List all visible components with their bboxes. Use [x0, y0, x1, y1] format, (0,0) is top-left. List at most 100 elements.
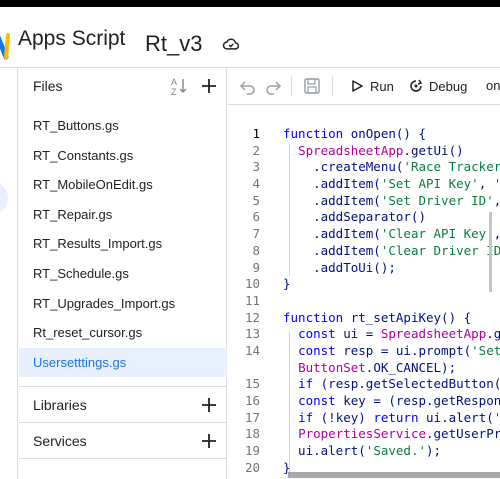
file-item[interactable]: Rt_reset_cursor.gs	[19, 318, 227, 348]
code-line[interactable]: 15 if (resp.getSelectedButton()	[228, 376, 500, 393]
nav-editor-active-indicator[interactable]	[0, 181, 8, 215]
code-line[interactable]: 9 .addToUi();	[228, 260, 500, 277]
file-item[interactable]: RT_Schedule.gs	[19, 259, 227, 289]
code-line[interactable]: 13 const ui = SpreadsheetApp.ge	[228, 326, 500, 343]
code-token: onOpen() {	[350, 126, 426, 141]
horizontal-scrollbar[interactable]	[288, 472, 500, 478]
code-token: .addItem(	[283, 242, 381, 258]
add-service-icon[interactable]	[200, 432, 218, 450]
project-name[interactable]: Rt_v3	[145, 31, 202, 57]
app-name: Apps Script	[18, 27, 126, 50]
code-token: ui.alert(	[283, 443, 366, 459]
code-token: ButtonSet	[298, 359, 366, 375]
code-line[interactable]: 17 if (!key) return ui.alert('N	[228, 410, 500, 427]
code-line[interactable]: 7 .addItem('Clear API Key',	[228, 226, 500, 243]
code-token: 'Race Tracker'	[403, 159, 500, 175]
file-item[interactable]: Usersetttings.gs	[19, 347, 227, 378]
top-black-bar	[0, 0, 500, 7]
code-text: .addItem('Set API Key', 'r	[283, 176, 500, 193]
code-text: if (resp.getSelectedButton()	[283, 376, 500, 393]
code-token: 'Set Driver ID'	[380, 192, 494, 208]
run-button[interactable]: Run	[350, 74, 394, 98]
code-line[interactable]: 10}	[228, 276, 500, 293]
cloud-sync-icon[interactable]	[222, 35, 240, 53]
line-number: 9	[252, 259, 260, 275]
code-token: PropertiesService	[298, 426, 426, 442]
code-line[interactable]: 12 function rt_setApiKey() {	[228, 310, 500, 327]
code-line[interactable]: 16 const key = (resp.getRespons	[228, 393, 500, 410]
editor-scrollbar[interactable]	[489, 212, 492, 292]
code-editor[interactable]: 1 function onOpen() {2 SpreadsheetApp.get…	[228, 105, 500, 479]
libraries-section[interactable]: Libraries	[19, 386, 227, 422]
code-token: 'r	[494, 176, 500, 191]
code-token: .addItem(	[283, 192, 381, 208]
code-line[interactable]: 18 PropertiesService.getUserPro	[228, 426, 500, 443]
line-number: 14	[244, 342, 260, 358]
code-token: ,	[478, 176, 494, 192]
file-item[interactable]: RT_Repair.gs	[19, 200, 227, 230]
line-number: 2	[252, 142, 260, 158]
code-token: 'Clear API Key'	[380, 226, 494, 242]
function-selector[interactable]: on	[486, 78, 500, 93]
line-number: 17	[244, 409, 260, 425]
sort-az-icon[interactable]: A Z	[170, 76, 190, 96]
code-line[interactable]: 11	[228, 293, 500, 310]
apps-script-logo[interactable]	[0, 33, 12, 61]
redo-icon[interactable]	[264, 77, 282, 95]
code-token: ui =	[343, 326, 381, 342]
debug-button[interactable]: Debug	[408, 74, 467, 98]
services-section[interactable]: Services	[19, 422, 227, 458]
code-line[interactable]: 3 .createMenu('Race Tracker'	[228, 159, 500, 176]
code-token: if	[298, 376, 321, 392]
add-file-icon[interactable]	[200, 77, 218, 95]
code-token: .getUserPro	[426, 426, 500, 442]
file-item[interactable]: RT_Results_Import.gs	[19, 229, 227, 259]
debug-icon	[410, 79, 423, 92]
code-token: function	[283, 309, 351, 325]
code-token: .addToUi();	[283, 259, 396, 275]
files-panel-title: Files	[33, 78, 63, 94]
code-text: .addItem('Clear API Key',	[283, 226, 500, 243]
file-item[interactable]: RT_MobileOnEdit.gs	[19, 170, 227, 200]
code-token: 'Saved.'	[365, 443, 427, 459]
undo-icon[interactable]	[239, 77, 257, 95]
code-line[interactable]: 19 ui.alert('Saved.');	[228, 443, 500, 460]
code-line[interactable]: 5 .addItem('Set Driver ID',	[228, 193, 500, 210]
code-text: PropertiesService.getUserPro	[283, 426, 500, 443]
code-text: .addItem('Clear Driver ID'	[283, 243, 500, 260]
code-token: .addItem(	[283, 226, 381, 242]
file-item[interactable]: RT_Constants.gs	[19, 141, 227, 171]
code-token: .addItem(	[283, 176, 381, 192]
code-token: SpreadsheetApp	[380, 326, 487, 342]
file-item[interactable]: RT_Buttons.gs	[19, 111, 227, 141]
line-number: 4	[252, 176, 260, 192]
file-list: RT_Buttons.gs RT_Constants.gs RT_MobileOnE…	[19, 111, 227, 378]
code-text: function onOpen() {	[283, 126, 426, 143]
line-number: 13	[244, 326, 260, 342]
code-token: SpreadsheetApp	[298, 142, 404, 158]
code-token: (!key)	[320, 409, 374, 425]
line-number: 12	[244, 309, 260, 325]
code-text: if (!key) return ui.alert('N	[283, 410, 500, 427]
code-line[interactable]: ButtonSet.OK_CANCEL);	[228, 360, 500, 377]
add-library-icon[interactable]	[200, 396, 218, 414]
code-token: const	[298, 326, 344, 342]
code-token: (resp.getSelectedButton()	[320, 376, 500, 392]
code-line[interactable]: 6 .addSeparator()	[228, 209, 500, 226]
line-number: 7	[252, 226, 260, 242]
code-line[interactable]: 8 .addItem('Clear Driver ID'	[228, 243, 500, 260]
code-line[interactable]: 1 function onOpen() {	[228, 126, 500, 143]
run-label: Run	[370, 78, 394, 94]
code-line[interactable]: 2 SpreadsheetApp.getUi()	[228, 143, 500, 160]
file-item[interactable]: RT_Upgrades_Import.gs	[19, 289, 227, 319]
code-line[interactable]: 14 const resp = ui.prompt('Set	[228, 343, 500, 360]
save-icon[interactable]	[303, 77, 321, 95]
line-number: 15	[244, 376, 260, 392]
code-line[interactable]: 4 .addItem('Set API Key', 'r	[228, 176, 500, 193]
line-number: 19	[244, 443, 260, 459]
